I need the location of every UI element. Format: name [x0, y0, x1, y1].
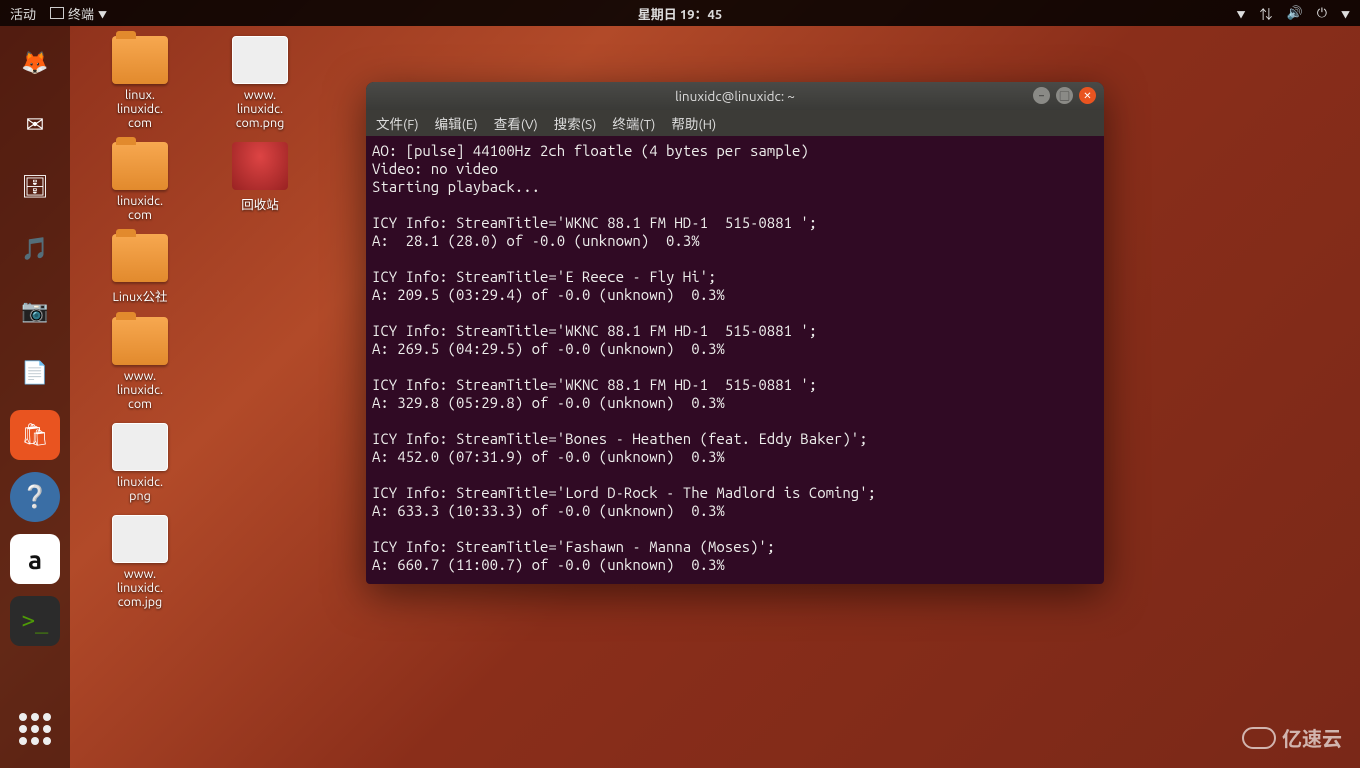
desktop-icon[interactable]: www. linuxidc. com	[90, 317, 190, 411]
image-thumbnail-icon	[112, 515, 168, 563]
desktop-icon-label: linuxidc. com	[90, 194, 190, 222]
top-panel: 活动 终端 ▼ 星期日 19：45 ▼ ⇅ 🔊 ⏻ ▼	[0, 0, 1360, 26]
cloud-icon	[1242, 727, 1276, 749]
desktop-icon[interactable]: 回收站	[210, 142, 310, 213]
chevron-down-icon: ▼	[98, 8, 107, 21]
folder-icon	[112, 234, 168, 282]
terminal-menubar: 文件(F) 编辑(E) 查看(V) 搜索(S) 终端(T) 帮助(H)	[366, 110, 1104, 136]
terminal-icon	[50, 7, 64, 19]
chevron-down-icon[interactable]: ▼	[1236, 8, 1245, 21]
window-title: linuxidc@linuxidc: ~	[675, 88, 795, 104]
menu-item[interactable]: 帮助(H)	[671, 113, 716, 133]
desktop-icon-label: linuxidc. png	[90, 475, 190, 503]
rhythmbox-icon[interactable]: 🎵	[10, 224, 60, 274]
folder-icon	[112, 36, 168, 84]
watermark-text: 亿速云	[1282, 723, 1342, 752]
menu-item[interactable]: 终端(T)	[612, 113, 655, 133]
software-icon[interactable]: 🛍	[10, 410, 60, 460]
clock[interactable]: 星期日 19：45	[638, 4, 722, 23]
desktop-icon-label: www. linuxidc. com.jpg	[90, 567, 190, 609]
folder-icon	[112, 142, 168, 190]
image-thumbnail-icon	[112, 423, 168, 471]
chevron-down-icon[interactable]: ▼	[1341, 8, 1350, 21]
help-icon[interactable]: ❔	[10, 472, 60, 522]
desktop-icon[interactable]: linux. linuxidc. com	[90, 36, 190, 130]
libreoffice-writer-icon[interactable]: 📄	[10, 348, 60, 398]
desktop[interactable]: linux. linuxidc. com linuxidc. com Linux公社…	[70, 26, 1360, 768]
maximize-button[interactable]: ▢	[1056, 87, 1073, 104]
image-thumbnail-icon	[232, 36, 288, 84]
volume-icon[interactable]: 🔊	[1287, 6, 1303, 21]
desktop-icon-label: 回收站	[210, 194, 310, 213]
desktop-icon[interactable]: Linux公社	[90, 234, 190, 305]
close-button[interactable]: ✕	[1079, 87, 1096, 104]
launcher-dock: 🦊 ✉ 🗄 🎵 📷 📄 🛍 ❔ a >_	[0, 26, 70, 768]
trash-icon	[232, 142, 288, 190]
files-icon[interactable]: 🗄	[10, 162, 60, 212]
desktop-icon[interactable]: linuxidc. com	[90, 142, 190, 222]
watermark: 亿速云	[1242, 723, 1342, 752]
menu-item[interactable]: 搜索(S)	[554, 113, 597, 133]
desktop-icon-label: www. linuxidc. com.png	[210, 88, 310, 130]
menu-item[interactable]: 编辑(E)	[435, 113, 478, 133]
desktop-icon-label: Linux公社	[90, 286, 190, 305]
activities-button[interactable]: 活动	[10, 4, 36, 23]
terminal-icon[interactable]: >_	[10, 596, 60, 646]
power-icon[interactable]: ⏻	[1317, 6, 1327, 21]
desktop-icon[interactable]: www. linuxidc. com.png	[210, 36, 310, 130]
minimize-button[interactable]: –	[1033, 87, 1050, 104]
thunderbird-icon[interactable]: ✉	[10, 100, 60, 150]
show-applications-button[interactable]	[10, 704, 60, 754]
window-titlebar[interactable]: linuxidc@linuxidc: ~ – ▢ ✕	[366, 82, 1104, 110]
terminal-window[interactable]: linuxidc@linuxidc: ~ – ▢ ✕ 文件(F) 编辑(E) 查看(…	[366, 82, 1104, 584]
folder-icon	[112, 317, 168, 365]
photos-icon[interactable]: 📷	[10, 286, 60, 336]
active-app-menu[interactable]: 终端 ▼	[50, 4, 107, 23]
menu-item[interactable]: 文件(F)	[376, 113, 419, 133]
menu-item[interactable]: 查看(V)	[494, 113, 538, 133]
desktop-icon-label: www. linuxidc. com	[90, 369, 190, 411]
desktop-icon-label: linux. linuxidc. com	[90, 88, 190, 130]
network-icon[interactable]: ⇅	[1259, 4, 1272, 23]
amazon-icon[interactable]: a	[10, 534, 60, 584]
firefox-icon[interactable]: 🦊	[10, 38, 60, 88]
terminal-output[interactable]: AO: [pulse] 44100Hz 2ch floatle (4 bytes…	[366, 136, 1104, 584]
desktop-icon[interactable]: www. linuxidc. com.jpg	[90, 515, 190, 609]
active-app-label: 终端	[68, 4, 94, 23]
desktop-icon[interactable]: linuxidc. png	[90, 423, 190, 503]
